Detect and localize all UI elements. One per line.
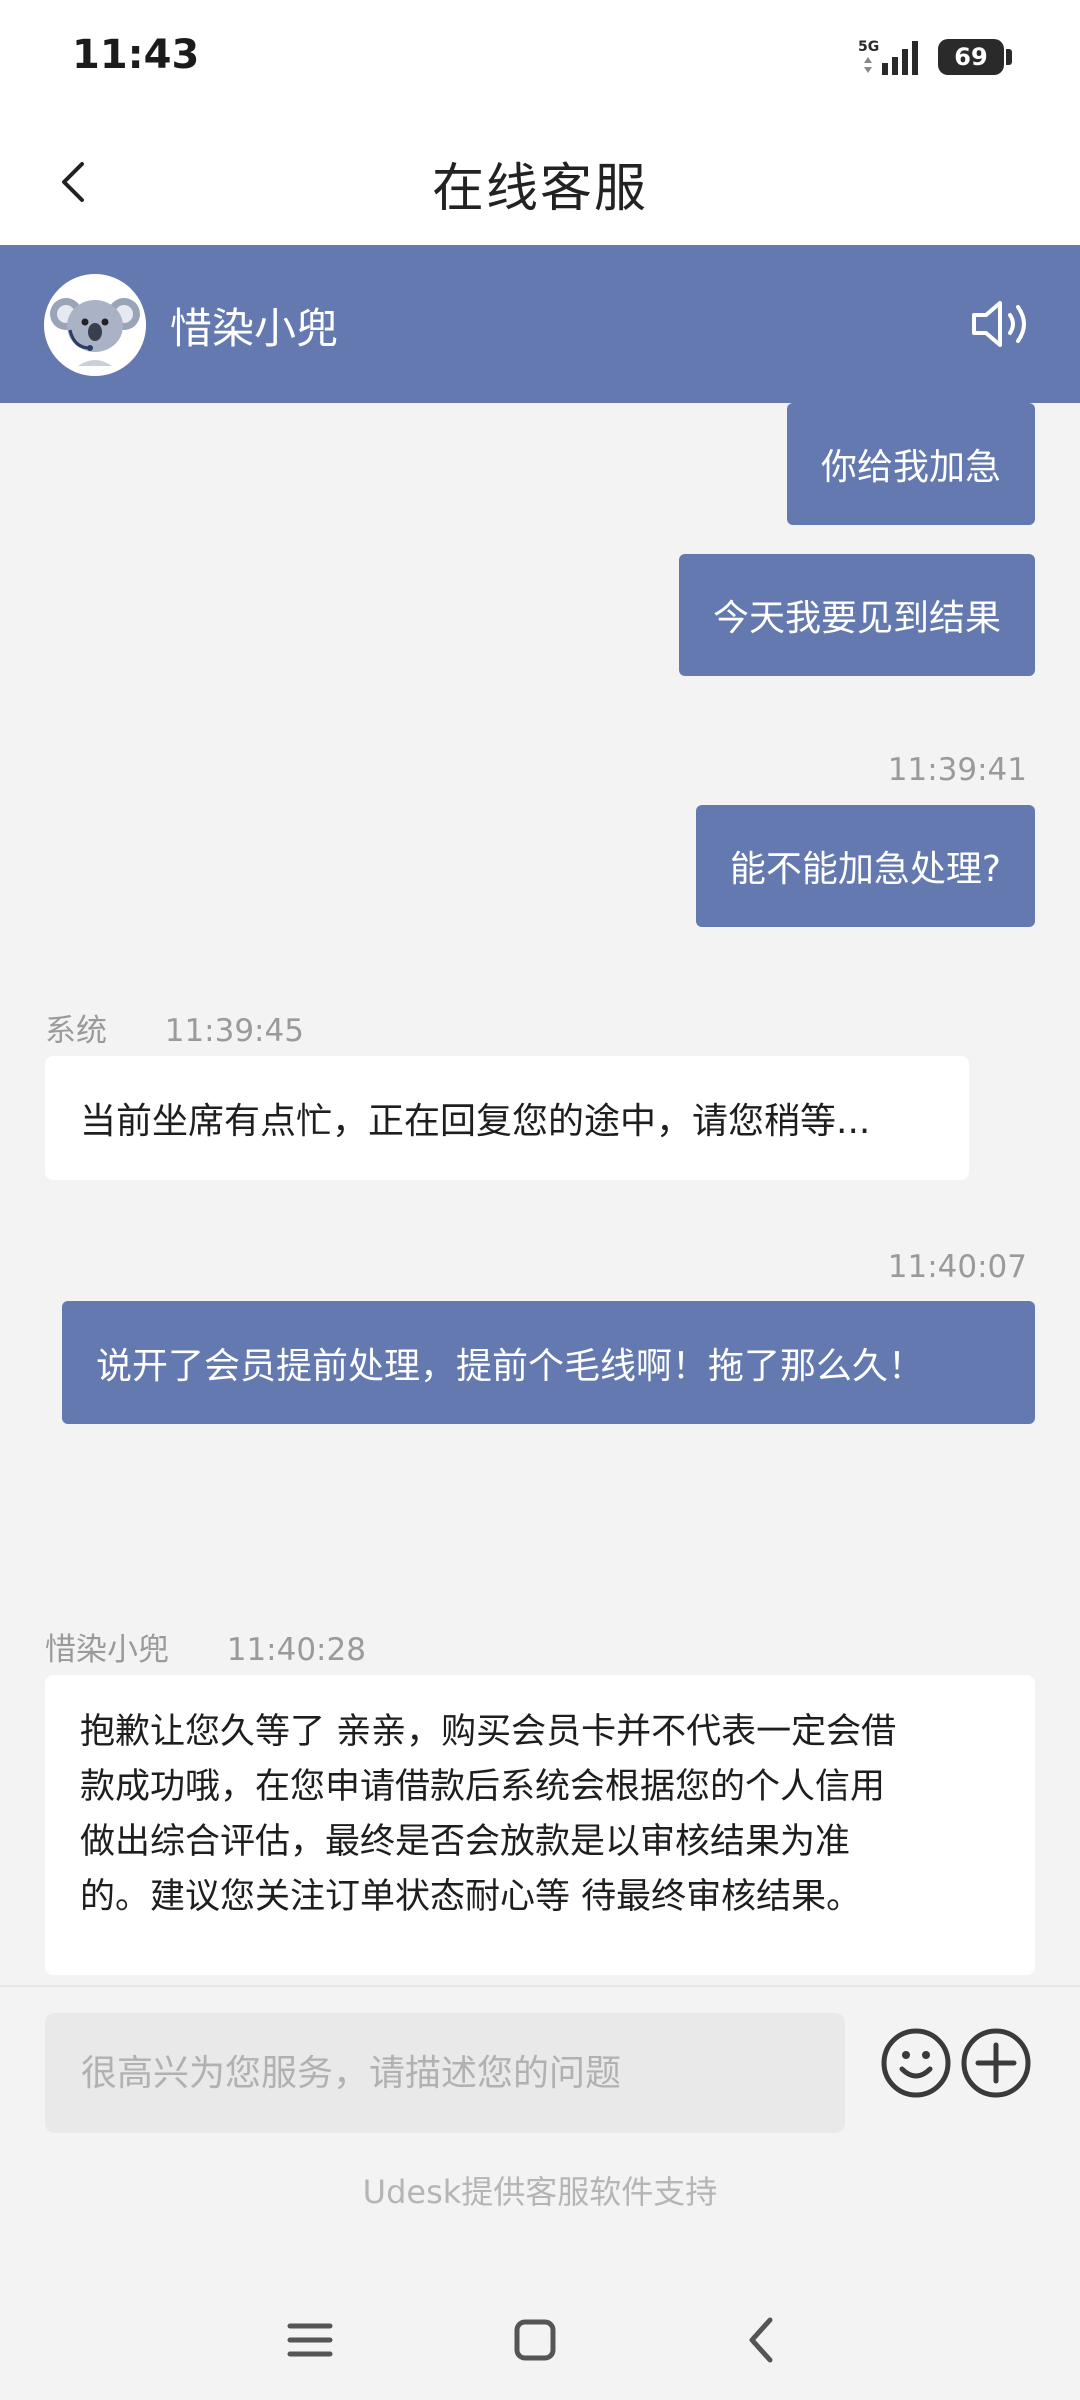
network-label: 5G	[858, 39, 879, 55]
system-nav-bar	[0, 2280, 1080, 2400]
message-text: 今天我要见到结果	[712, 598, 1001, 639]
nav-bar: 在线客服	[0, 118, 1080, 245]
status-time: 11:43	[72, 32, 200, 78]
status-bar: 11:43 5G 69	[0, 0, 1080, 118]
message-timestamp: 11:39:41	[887, 752, 1027, 788]
koala-avatar-icon	[44, 274, 146, 376]
agent-name: 惜染小兜	[170, 304, 339, 353]
message-text: 能不能加急处理?	[729, 849, 1001, 890]
message-timestamp: 11:40:28	[226, 1632, 366, 1668]
message-text: 说开了会员提前处理，提前个毛线啊！拖了那么久！	[96, 1345, 925, 1387]
message-meta: 惜染小兜 11:40:28	[45, 1624, 366, 1669]
message-text: 你给我加急	[820, 447, 1001, 488]
message-bubble-received[interactable]: 抱歉让您久等了 亲亲，购买会员卡并不代表一定会借 款成功哦，在您申请借款后系统会…	[45, 1675, 1035, 1975]
emoji-icon[interactable]	[880, 2027, 952, 2099]
message-bubble-sent[interactable]: 你给我加急	[786, 403, 1035, 525]
message-line: 做出综合评估，最终是否会放款是以审核结果为准	[80, 1822, 851, 1862]
home-icon[interactable]	[503, 2308, 567, 2372]
battery-level: 69	[954, 43, 988, 71]
agent-avatar[interactable]	[44, 274, 146, 376]
message-sender: 惜染小兜	[45, 1632, 169, 1668]
message-timestamp: 11:39:45	[164, 1013, 304, 1049]
menu-icon[interactable]	[278, 2308, 342, 2372]
back-icon[interactable]	[730, 2308, 794, 2372]
plus-icon[interactable]	[960, 2027, 1032, 2099]
battery-icon: 69	[938, 39, 1012, 75]
message-line: 抱歉让您久等了 亲亲，购买会员卡并不代表一定会借	[80, 1712, 897, 1752]
message-meta: 系统 11:39:45	[45, 1005, 304, 1050]
chat-area[interactable]: 你给我加急 今天我要见到结果 11:39:41 能不能加急处理? 系统 11:3…	[0, 403, 1080, 1985]
message-text: 当前坐席有点忙，正在回复您的途中，请您稍等...	[80, 1101, 871, 1142]
message-bubble-sent[interactable]: 今天我要见到结果	[678, 554, 1035, 676]
message-timestamp: 11:40:07	[887, 1249, 1027, 1285]
status-icons: 5G 69	[858, 34, 1012, 80]
signal-icon: 5G	[858, 39, 918, 75]
agent-header: 惜染小兜	[0, 245, 1080, 403]
message-bubble-sent[interactable]: 说开了会员提前处理，提前个毛线啊！拖了那么久！	[62, 1301, 1035, 1424]
message-line: 款成功哦，在您申请借款后系统会根据您的个人信用	[80, 1767, 886, 1807]
page-title: 在线客服	[431, 159, 648, 219]
message-bubble-sent[interactable]: 能不能加急处理?	[695, 805, 1035, 927]
message-bubble-received[interactable]: 当前坐席有点忙，正在回复您的途中，请您稍等...	[45, 1056, 969, 1180]
message-input[interactable]	[45, 2013, 845, 2133]
speaker-icon[interactable]	[968, 291, 1034, 357]
message-line: 的。建议您关注订单状态耐心等 待最终审核结果。	[80, 1877, 862, 1917]
message-sender: 系统	[45, 1013, 107, 1049]
powered-by-text: Udesk提供客服软件支持	[362, 2173, 718, 2211]
